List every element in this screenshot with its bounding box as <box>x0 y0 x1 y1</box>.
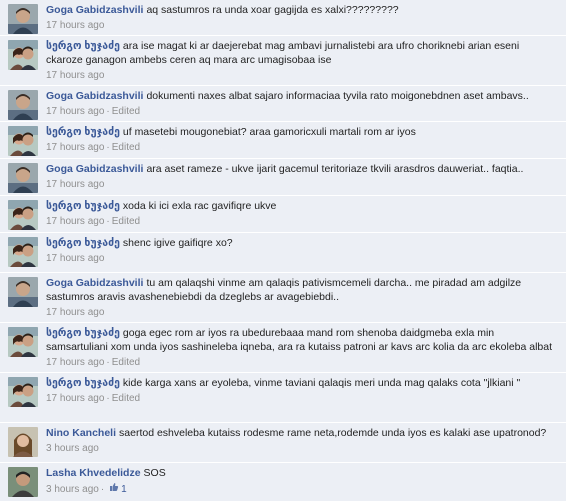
comment-timestamp[interactable]: 17 hours ago <box>46 357 104 368</box>
comment-thread: Goga Gabidzashvili aq sastumros ra unda x… <box>0 0 566 502</box>
comment-item: სერგო ხუჯაძე xoda ki ici exla rac gavifiq… <box>0 196 566 233</box>
avatar[interactable] <box>8 4 38 34</box>
comment-text: shenc igive gaifiqre xo? <box>122 237 233 249</box>
comment-item: Goga Gabidzashvili aq sastumros ra unda x… <box>0 0 566 36</box>
comment-item: Goga Gabidzashvili tu am qalaqshi vinme a… <box>0 273 566 323</box>
thumbs-up-icon[interactable] <box>109 482 119 497</box>
comment-text: xoda ki ici exla rac gavifiqre ukve <box>122 200 277 212</box>
comment-item: Goga Gabidzashvili ara aset rameze - ukve… <box>0 159 566 196</box>
comment-timestamp[interactable]: 3 hours ago <box>46 484 99 495</box>
meta-separator: · <box>106 106 110 117</box>
comment-author-link[interactable]: Goga Gabidzashvili <box>46 277 143 289</box>
comment-text: SOS <box>143 467 166 479</box>
comment-author-link[interactable]: სერგო ხუჯაძე <box>46 200 120 212</box>
avatar[interactable] <box>8 427 38 457</box>
edited-label[interactable]: Edited <box>112 393 140 404</box>
comment-timestamp[interactable]: 17 hours ago <box>46 253 104 264</box>
avatar[interactable] <box>8 40 38 70</box>
meta-separator: · <box>106 142 110 153</box>
comment-timestamp[interactable]: 17 hours ago <box>46 393 104 404</box>
comment-author-link[interactable]: Nino Kancheli <box>46 427 116 439</box>
comment-timestamp[interactable]: 17 hours ago <box>46 106 104 117</box>
couple-photo-icon <box>8 327 38 357</box>
comment-timestamp[interactable]: 17 hours ago <box>46 216 104 227</box>
user-photo-icon <box>8 4 38 34</box>
comment-item: სერგო ხუჯაძე goga egec rom ar iyos ra ube… <box>0 323 566 373</box>
comment-text: aq sastumros ra unda xoar gagijda es xal… <box>146 4 399 16</box>
comment-text: saertod eshveleba kutaiss rodesme rame n… <box>119 427 547 439</box>
comment-item: სერგო ხუჯაძე kide karga xans ar eyoleba, … <box>0 373 566 423</box>
edited-label[interactable]: Edited <box>112 357 140 368</box>
comment-author-link[interactable]: Goga Gabidzashvili <box>46 4 143 16</box>
avatar[interactable] <box>8 90 38 120</box>
comment-text: kide karga xans ar eyoleba, vinme tavian… <box>122 377 521 389</box>
like-count[interactable]: 1 <box>121 484 127 495</box>
user-photo-icon <box>8 90 38 120</box>
avatar[interactable] <box>8 126 38 156</box>
comment-author-link[interactable]: Lasha Khvedelidze <box>46 467 141 479</box>
user-photo-icon <box>8 277 38 307</box>
comment-author-link[interactable]: სერგო ხუჯაძე <box>46 237 120 249</box>
comment-timestamp[interactable]: 3 hours ago <box>46 443 99 454</box>
avatar[interactable] <box>8 163 38 193</box>
comment-timestamp[interactable]: 17 hours ago <box>46 20 104 31</box>
comment-author-link[interactable]: Goga Gabidzashvili <box>46 90 143 102</box>
comment-item: Goga Gabidzashvili dokumenti naxes albat … <box>0 86 566 122</box>
comment-text: goga egec rom ar iyos ra ubedurebaaa man… <box>46 327 553 353</box>
couple-photo-icon <box>8 200 38 230</box>
comment-item: Nino Kancheli saertod eshveleba kutaiss r… <box>0 423 566 463</box>
comment-author-link[interactable]: სერგო ხუჯაძე <box>46 126 120 138</box>
comment-item: სერგო ხუჯაძე shenc igive gaifiqre xo? 17 h… <box>0 233 566 273</box>
couple-photo-icon <box>8 237 38 267</box>
comment-text: dokumenti naxes albat sajaro informaciaa… <box>146 90 529 102</box>
avatar[interactable] <box>8 200 38 230</box>
meta-separator: · <box>106 357 110 368</box>
comment-timestamp[interactable]: 17 hours ago <box>46 142 104 153</box>
meta-separator: · <box>100 484 105 496</box>
comment-item: სერგო ხუჯაძე ara ise magat ki ar daejereb… <box>0 36 566 86</box>
comment-timestamp[interactable]: 17 hours ago <box>46 179 104 190</box>
edited-label[interactable]: Edited <box>112 142 140 153</box>
couple-photo-icon <box>8 126 38 156</box>
comment-item: სერგო ხუჯაძე uf masetebi mougonebiat? ara… <box>0 122 566 159</box>
comment-author-link[interactable]: სერგო ხუჯაძე <box>46 40 120 52</box>
meta-separator: · <box>106 393 110 404</box>
user-photo-icon <box>8 427 38 457</box>
comment-text: uf masetebi mougonebiat? araa gamoricxul… <box>122 126 416 138</box>
comment-timestamp[interactable]: 17 hours ago <box>46 70 104 81</box>
avatar[interactable] <box>8 237 38 267</box>
edited-label[interactable]: Edited <box>112 216 140 227</box>
comment-author-link[interactable]: Goga Gabidzashvili <box>46 163 143 175</box>
avatar[interactable] <box>8 467 38 497</box>
edited-label[interactable]: Edited <box>112 106 140 117</box>
avatar[interactable] <box>8 277 38 307</box>
avatar[interactable] <box>8 377 38 407</box>
comment-text: ara aset rameze - ukve ijarit gacemul te… <box>146 163 524 175</box>
meta-separator: · <box>106 216 110 227</box>
comment-author-link[interactable]: სერგო ხუჯაძე <box>46 327 120 339</box>
user-photo-icon <box>8 467 38 497</box>
couple-photo-icon <box>8 377 38 407</box>
comment-author-link[interactable]: სერგო ხუჯაძე <box>46 377 120 389</box>
comment-item: Lasha Khvedelidze SOS 3 hours ago · 1 <box>0 463 566 502</box>
avatar[interactable] <box>8 327 38 357</box>
couple-photo-icon <box>8 40 38 70</box>
user-photo-icon <box>8 163 38 193</box>
comment-timestamp[interactable]: 17 hours ago <box>46 307 104 318</box>
